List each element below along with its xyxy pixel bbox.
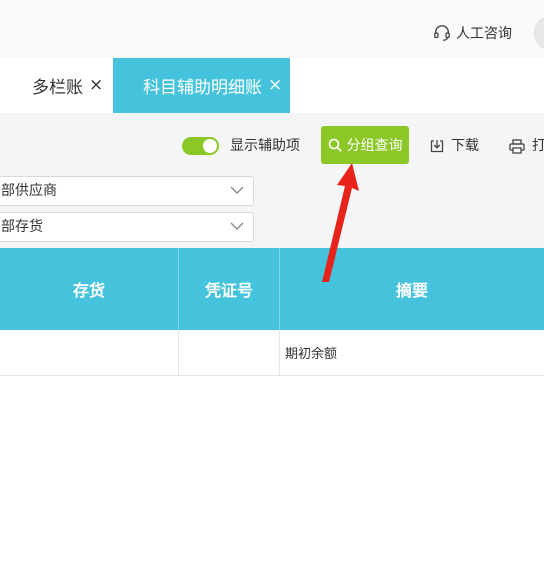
tab-label: 多栏账 [32, 78, 83, 98]
toggle-label: 显示辅助项 [230, 138, 300, 154]
printer-icon [509, 138, 525, 154]
close-icon[interactable]: × [89, 77, 103, 94]
print-button[interactable]: 打 [509, 137, 544, 155]
download-label: 下载 [451, 138, 479, 154]
cell-inventory [0, 330, 178, 375]
inventory-select[interactable]: 部存货 [0, 212, 254, 242]
cell-voucher-no [178, 330, 280, 375]
supplier-select[interactable]: 部供应商 [0, 176, 254, 206]
headset-icon [434, 25, 450, 41]
column-header-voucher-no[interactable]: 凭证号 [178, 248, 280, 330]
group-query-label: 分组查询 [346, 138, 403, 154]
column-header-summary[interactable]: 摘要 [280, 248, 544, 330]
supplier-select-value: 部供应商 [1, 183, 57, 199]
download-button[interactable]: 下载 [430, 137, 479, 155]
support-label: 人工咨询 [456, 26, 512, 42]
tab-multi-column-ledger[interactable]: 多栏账 × [0, 58, 113, 113]
print-label: 打 [532, 138, 544, 154]
search-icon [328, 138, 342, 152]
close-icon[interactable]: × [268, 77, 282, 94]
inventory-select-value: 部存货 [1, 219, 43, 235]
chevron-down-icon [230, 186, 244, 194]
tab-label: 科目辅助明细账 [143, 78, 262, 98]
cell-summary: 期初余额 [285, 347, 338, 362]
column-header-inventory[interactable]: 存货 [0, 248, 178, 330]
tab-strip: 多栏账 × 科目辅助明细账 × [0, 58, 544, 113]
group-query-button[interactable]: 分组查询 [321, 126, 409, 164]
show-auxiliary-toggle[interactable] [182, 137, 219, 155]
toggle-knob [203, 139, 217, 153]
support-link[interactable]: 人工咨询 [433, 22, 512, 44]
tab-subject-auxiliary-detail-ledger[interactable]: 科目辅助明细账 × [113, 58, 290, 113]
download-icon [430, 140, 444, 153]
chevron-down-icon [230, 222, 244, 230]
